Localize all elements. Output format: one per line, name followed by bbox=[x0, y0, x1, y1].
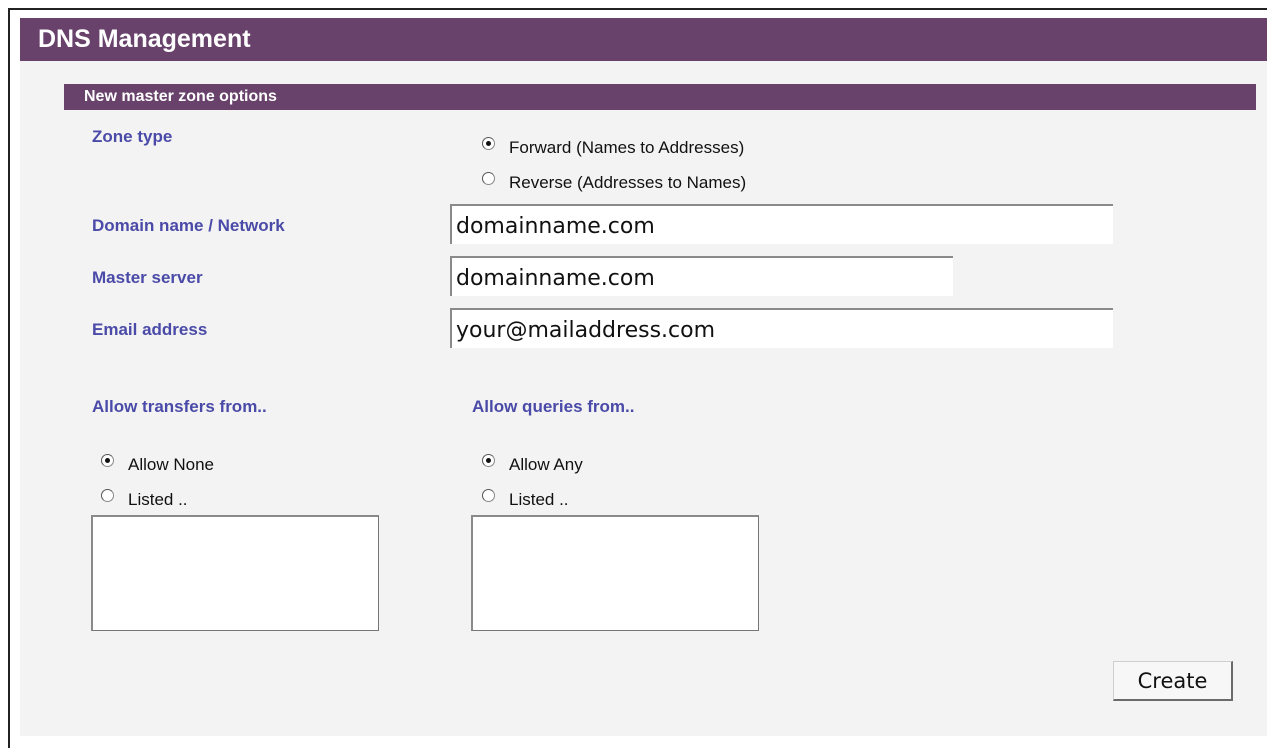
zone-type-forward-label: Forward (Names to Addresses) bbox=[509, 138, 745, 157]
master-server-input[interactable] bbox=[450, 256, 953, 296]
section-header: New master zone options bbox=[64, 84, 1256, 110]
zone-type-forward-option[interactable]: Forward (Names to Addresses) bbox=[482, 136, 745, 158]
queries-allow-any-option[interactable]: Allow Any bbox=[482, 453, 583, 475]
page-title: DNS Management bbox=[38, 25, 251, 53]
section-title: New master zone options bbox=[84, 88, 277, 105]
radio-transfers-listed[interactable] bbox=[101, 488, 114, 502]
create-button[interactable]: Create bbox=[1113, 661, 1233, 701]
master-server-label: Master server bbox=[92, 268, 203, 287]
domain-name-label: Domain name / Network bbox=[92, 216, 285, 235]
queries-list-box[interactable] bbox=[471, 515, 759, 631]
zone-type-reverse-label: Reverse (Addresses to Names) bbox=[509, 173, 747, 192]
radio-queries-listed[interactable] bbox=[482, 488, 495, 502]
transfers-listed-option[interactable]: Listed .. bbox=[101, 488, 188, 510]
radio-queries-any[interactable] bbox=[482, 453, 495, 467]
zone-type-reverse-option[interactable]: Reverse (Addresses to Names) bbox=[482, 171, 747, 193]
radio-forward[interactable] bbox=[482, 136, 495, 150]
radio-transfers-none[interactable] bbox=[101, 453, 114, 467]
transfers-allow-none-label: Allow None bbox=[128, 455, 214, 474]
domain-name-input[interactable] bbox=[450, 204, 1113, 244]
transfers-allow-none-option[interactable]: Allow None bbox=[101, 453, 214, 475]
queries-listed-label: Listed .. bbox=[509, 490, 569, 509]
queries-allow-any-label: Allow Any bbox=[509, 455, 583, 474]
title-bar: DNS Management bbox=[20, 18, 1267, 61]
allow-queries-label: Allow queries from.. bbox=[472, 397, 635, 416]
email-address-label: Email address bbox=[92, 320, 208, 339]
queries-listed-option[interactable]: Listed .. bbox=[482, 488, 569, 510]
transfers-list-box[interactable] bbox=[91, 515, 379, 631]
allow-transfers-label: Allow transfers from.. bbox=[92, 397, 267, 416]
transfers-listed-label: Listed .. bbox=[128, 490, 188, 509]
radio-reverse[interactable] bbox=[482, 171, 495, 185]
email-address-input[interactable] bbox=[450, 308, 1113, 348]
zone-type-label: Zone type bbox=[92, 127, 173, 146]
